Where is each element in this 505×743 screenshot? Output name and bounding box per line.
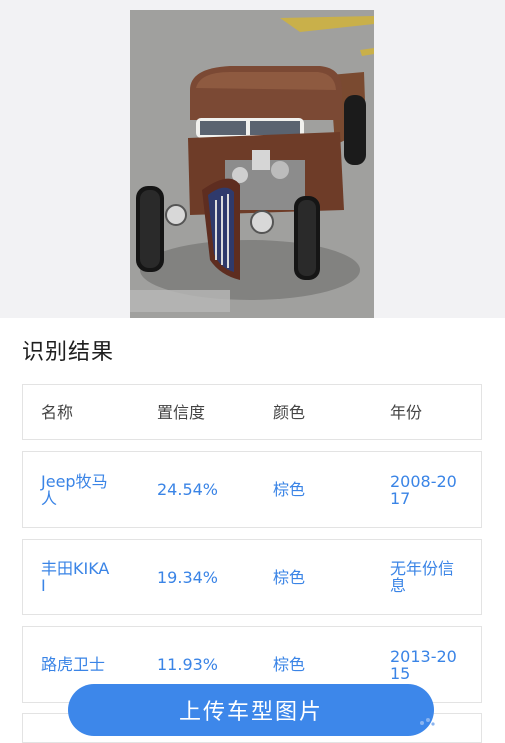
upload-car-image-button[interactable]: 上传车型图片 <box>68 684 434 736</box>
header-confidence: 置信度 <box>157 402 206 422</box>
row-name: 丰田KIKAI <box>41 559 110 595</box>
table-header: 名称 置信度 颜色 年份 <box>22 384 482 440</box>
result-title: 识别结果 <box>22 340 115 365</box>
row-color: 棕色 <box>273 567 306 587</box>
header-color: 颜色 <box>273 402 306 422</box>
header-year: 年份 <box>390 402 423 422</box>
car-photo-illustration <box>130 10 374 318</box>
row-confidence: 24.54% <box>157 480 219 499</box>
loading-dots-icon <box>420 718 435 726</box>
table-row[interactable]: Jeep牧马人 24.54% 棕色 2008-2017 <box>22 451 482 528</box>
table-row[interactable]: 丰田KIKAI 19.34% 棕色 无年份信息 <box>22 539 482 615</box>
car-photo <box>130 10 374 318</box>
row-color: 棕色 <box>273 480 306 499</box>
header-name: 名称 <box>41 402 74 422</box>
uploaded-image-area <box>0 0 505 318</box>
row-year: 无年份信息 <box>390 559 455 595</box>
row-confidence: 19.34% <box>157 567 219 587</box>
row-name: Jeep牧马人 <box>41 471 108 508</box>
row-year: 2008-2017 <box>390 471 457 508</box>
